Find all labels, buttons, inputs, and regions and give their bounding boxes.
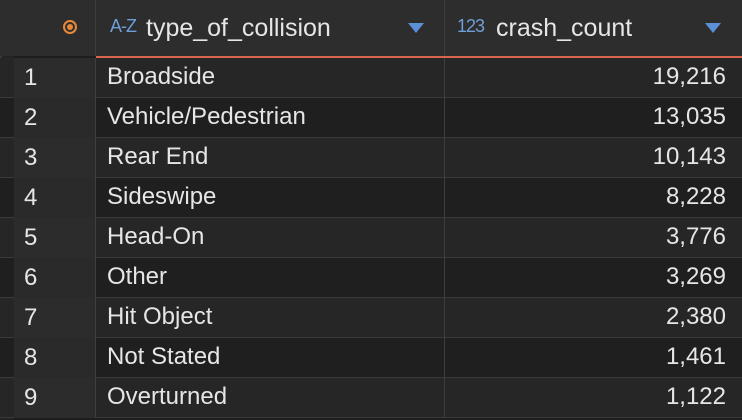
cell-type-of-collision[interactable]: Hit Object	[96, 298, 445, 338]
table-row[interactable]: 3 Rear End 10,143	[0, 138, 742, 178]
chevron-down-icon[interactable]	[408, 23, 424, 33]
text-type-icon: A-Z	[110, 16, 137, 36]
cell-crash-count[interactable]: 8,228	[445, 178, 742, 218]
select-all-corner[interactable]	[14, 0, 96, 56]
cell-type-of-collision[interactable]: Not Stated	[96, 338, 445, 378]
table-row[interactable]: 2 Vehicle/Pedestrian 13,035	[0, 98, 742, 138]
cell-crash-count[interactable]: 1,461	[445, 338, 742, 378]
cell-type-of-collision[interactable]: Head-On	[96, 218, 445, 258]
column-header-crash-count[interactable]: 123 crash_count	[445, 0, 742, 56]
cell-crash-count[interactable]: 2,380	[445, 298, 742, 338]
grid-header: A-Z type_of_collision 123 crash_count	[0, 0, 742, 56]
table-row[interactable]: 4 Sideswipe 8,228	[0, 178, 742, 218]
table-row[interactable]: 6 Other 3,269	[0, 258, 742, 298]
table-row[interactable]: 5 Head-On 3,776	[0, 218, 742, 258]
row-number[interactable]: 6	[14, 258, 96, 298]
cell-type-of-collision[interactable]: Overturned	[96, 378, 445, 418]
cell-crash-count[interactable]: 13,035	[445, 98, 742, 138]
row-number[interactable]: 3	[14, 138, 96, 178]
numeric-type-icon: 123	[457, 16, 485, 36]
row-number[interactable]: 2	[14, 98, 96, 138]
cell-crash-count[interactable]: 3,776	[445, 218, 742, 258]
row-number[interactable]: 8	[14, 338, 96, 378]
row-number[interactable]: 5	[14, 218, 96, 258]
table-row[interactable]: 7 Hit Object 2,380	[0, 298, 742, 338]
cell-type-of-collision[interactable]: Other	[96, 258, 445, 298]
result-grid: A-Z type_of_collision 123 crash_count 1B…	[0, 0, 742, 420]
row-number[interactable]: 9	[14, 378, 96, 418]
chevron-down-icon[interactable]	[705, 23, 721, 33]
row-number[interactable]: 7	[14, 298, 96, 338]
cell-crash-count[interactable]: 10,143	[445, 138, 742, 178]
cell-crash-count[interactable]: 19,216	[445, 58, 742, 98]
cell-crash-count[interactable]: 1,122	[445, 378, 742, 418]
column-header-label: crash_count	[496, 14, 633, 42]
table-row[interactable]: 9 Overturned 1,122	[0, 378, 742, 418]
cell-type-of-collision[interactable]: Broadside	[96, 58, 445, 98]
record-circle-icon[interactable]	[63, 20, 77, 34]
cell-type-of-collision[interactable]: Vehicle/Pedestrian	[96, 98, 445, 138]
table-row[interactable]: 1 Broadside 19,216	[0, 58, 742, 98]
grid-body: 1 Broadside 19,216 2 Vehicle/Pedestrian 13,03…	[0, 58, 742, 418]
cell-crash-count[interactable]: 3,269	[445, 258, 742, 298]
column-header-type-of-collision[interactable]: A-Z type_of_collision	[96, 0, 445, 56]
cell-type-of-collision[interactable]: Sideswipe	[96, 178, 445, 218]
column-header-label: type_of_collision	[146, 14, 331, 42]
row-number[interactable]: 1	[14, 58, 96, 98]
row-number[interactable]: 4	[14, 178, 96, 218]
cell-type-of-collision[interactable]: Rear End	[96, 138, 445, 178]
table-row[interactable]: 8 Not Stated 1,461	[0, 338, 742, 378]
